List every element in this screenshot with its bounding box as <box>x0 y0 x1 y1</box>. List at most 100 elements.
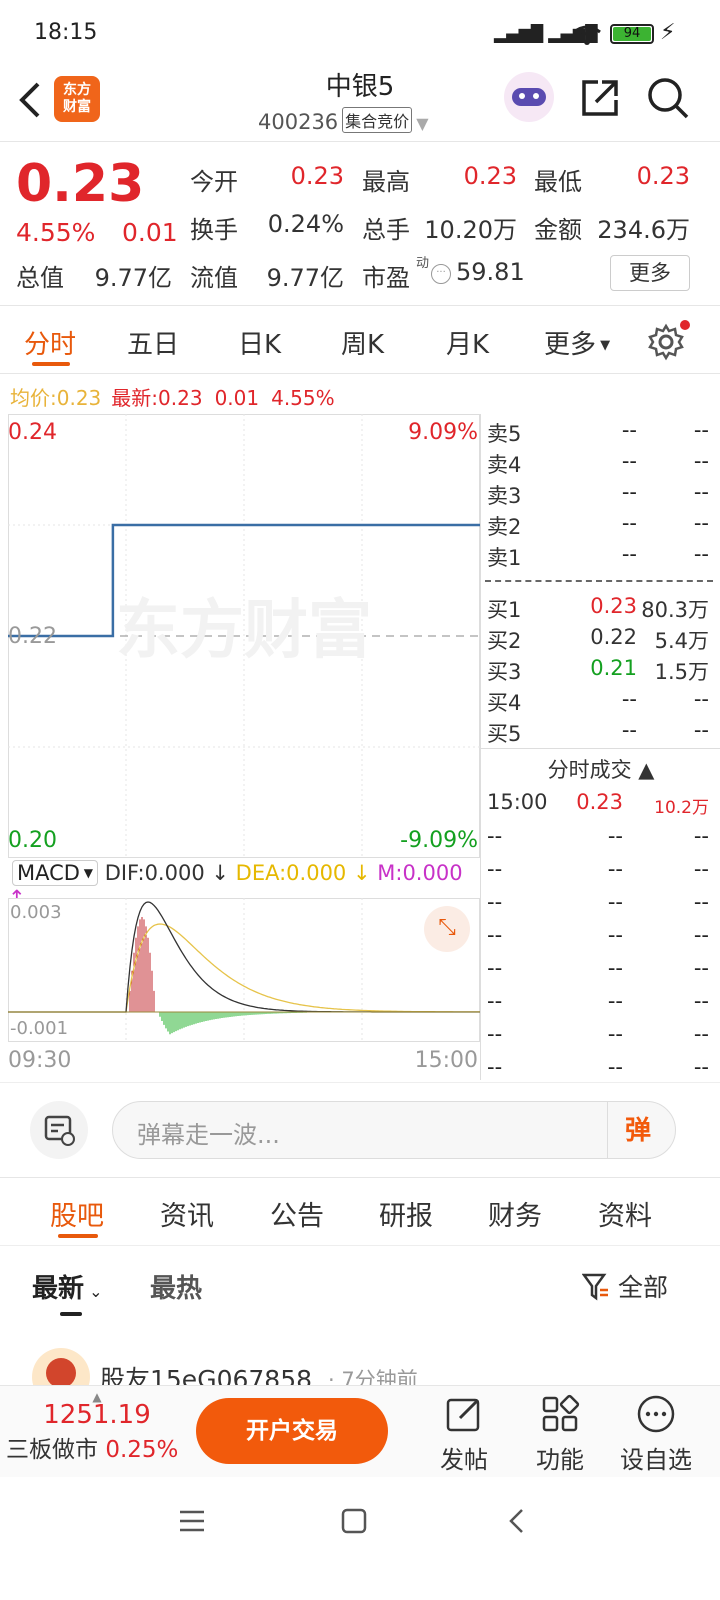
tab-finance[interactable]: 财务 <box>488 1194 542 1233</box>
macd-top-label: 0.003 <box>10 902 62 923</box>
trades-header[interactable]: 分时成交 ▲ <box>481 754 720 784</box>
ask-row: 卖4 -- -- <box>487 449 709 477</box>
tab-news[interactable]: 资讯 <box>160 1194 214 1233</box>
bid-row: 买3 0.21 1.5万 <box>487 656 709 684</box>
notification-dot <box>680 320 690 330</box>
trade-row-empty: -- -- -- <box>487 890 709 914</box>
field-value: 234.6万 <box>597 216 690 244</box>
index-ticker[interactable]: ▲ 1251.19 三板做市 0.25% <box>6 1390 188 1464</box>
intraday-chart[interactable]: 东方财富 0.24 0.22 0.20 9.09% -9.09% MACD ▼ … <box>8 414 480 1080</box>
order-book: 卖5 -- -- 卖4 -- -- 卖3 -- -- 卖2 -- -- 卖1 -- -- 买1 0.2… <box>480 414 720 1080</box>
pct-bot-label: -9.09% <box>400 828 478 853</box>
battery-level: 94 <box>613 27 651 41</box>
x-end-label: 15:00 <box>414 1048 478 1073</box>
bid-row: 买4 -- -- <box>487 687 709 715</box>
tab-profile[interactable]: 资料 <box>598 1194 652 1233</box>
share-icon[interactable] <box>580 78 620 118</box>
trade-row-empty: -- -- -- <box>487 1022 709 1046</box>
function-button[interactable]: 功能 <box>520 1394 600 1475</box>
filter-icon <box>581 1273 608 1301</box>
danmu-toggle-icon[interactable]: 弹 <box>625 1110 651 1147</box>
open-account-button[interactable]: 开户交易 <box>196 1398 388 1464</box>
message-settings-icon[interactable] <box>30 1101 88 1159</box>
back-nav-icon[interactable] <box>506 1507 526 1535</box>
tab-weekly[interactable]: 周K <box>341 324 384 361</box>
add-watchlist-button[interactable]: 设自选 <box>616 1394 696 1475</box>
tab-research[interactable]: 研报 <box>379 1194 433 1233</box>
avg-price-line: 均价:0.23 最新:0.23 0.01 4.55% <box>10 386 335 410</box>
tab-forum[interactable]: 股吧 <box>50 1194 104 1233</box>
filter-hot[interactable]: 最热 <box>150 1268 202 1305</box>
menu-icon[interactable] <box>178 1509 206 1533</box>
stock-code-row[interactable]: 400236 集合竞价 ▼ <box>258 107 429 134</box>
field-value: 0.23 <box>463 162 517 190</box>
change-pct: 4.55% <box>16 218 96 247</box>
y-mid-label: 0.22 <box>8 624 57 649</box>
field-value: 10.20万 <box>424 216 517 244</box>
wifi-icon <box>573 25 601 45</box>
expand-icon[interactable]: ⤡ <box>424 906 470 952</box>
bid-row: 买1 0.23 80.3万 <box>487 594 709 622</box>
assistant-avatar[interactable] <box>504 72 554 122</box>
tab-more[interactable]: 更多 ▼ <box>544 324 610 361</box>
comment-bar: 弹幕走一波... 弹 <box>0 1082 720 1178</box>
section-tabs: 股吧 资讯 公告 研报 财务 资料 <box>0 1178 720 1246</box>
field-label: 最高 <box>362 168 410 196</box>
home-icon[interactable] <box>340 1507 368 1535</box>
post-button[interactable]: 发帖 <box>424 1394 504 1475</box>
trade-row-empty: -- -- -- <box>487 824 709 848</box>
field-label: 换手 <box>190 216 238 244</box>
bottom-action-bar: ▲ 1251.19 三板做市 0.25% 开户交易 发帖 功能 设自选 <box>0 1385 720 1477</box>
macd-selector[interactable]: MACD ▼ <box>12 860 98 886</box>
field-label: 市盈 <box>362 264 410 292</box>
tab-daily[interactable]: 日K <box>238 324 281 361</box>
field-label: 金额 <box>534 216 582 244</box>
stock-code: 400236 <box>258 110 339 134</box>
pe-sup: 动 <box>416 256 430 271</box>
filter-latest[interactable]: 最新 ⌄ <box>32 1268 103 1305</box>
status-time: 18:15 <box>34 20 98 45</box>
macd-chart-svg <box>8 898 480 1042</box>
chart-watermark: 东方财富 <box>116 594 372 668</box>
field-value: 59.81 <box>456 258 525 286</box>
edit-icon <box>446 1398 480 1432</box>
field-label: 今开 <box>190 168 238 196</box>
price-chart-svg: 东方财富 <box>8 414 480 858</box>
field-value: 9.77亿 <box>266 264 344 292</box>
trade-row: 15:00 0.23 10.2万 <box>487 790 709 818</box>
field-label: 最低 <box>534 168 582 196</box>
tab-intraday[interactable]: 分时 <box>24 324 76 361</box>
ask-row: 卖2 -- -- <box>487 511 709 539</box>
tab-5day[interactable]: 五日 <box>127 324 179 361</box>
status-bar: 18:15 ▂▄▆█ ▂▄▆█ 94 ⚡ <box>0 0 720 70</box>
last-price: 0.23 <box>16 154 145 214</box>
x-start-label: 09:30 <box>8 1048 72 1073</box>
search-icon[interactable] <box>646 76 690 120</box>
stage-tag: 集合竞价 <box>342 107 413 133</box>
macd-bot-label: -0.001 <box>10 1018 69 1039</box>
system-nav-bar <box>0 1477 720 1600</box>
field-value: 0.23 <box>290 162 344 190</box>
pct-top-label: 9.09% <box>408 420 478 445</box>
period-tabs: 分时 五日 日K 周K 月K 更多 ▼ <box>0 306 720 374</box>
book-divider <box>485 580 713 582</box>
dropdown-icon: ▼ <box>416 114 429 133</box>
tab-monthly[interactable]: 月K <box>446 324 489 361</box>
danmu-input[interactable]: 弹幕走一波... 弹 <box>112 1101 676 1159</box>
filter-all[interactable]: 全部 <box>581 1268 668 1304</box>
trade-row-empty: -- -- -- <box>487 956 709 980</box>
field-value: 0.24% <box>267 210 344 238</box>
bid-row: 买2 0.22 5.4万 <box>487 625 709 653</box>
quote-panel: 0.23 4.55% 0.01 今开 0.23 最高 0.23 最低 0.23 … <box>0 142 720 306</box>
tab-notices[interactable]: 公告 <box>270 1194 324 1233</box>
bid-row: 买5 -- -- <box>487 718 709 746</box>
more-button[interactable]: 更多 <box>610 255 690 291</box>
grid-icon <box>542 1394 580 1432</box>
change-value: 0.01 <box>122 218 178 247</box>
battery-icon: 94 <box>610 24 654 44</box>
trade-row-empty: -- -- -- <box>487 1055 709 1079</box>
ask-row: 卖3 -- -- <box>487 480 709 508</box>
more-circle-icon <box>637 1395 675 1433</box>
danmu-placeholder: 弹幕走一波... <box>137 1121 280 1149</box>
field-label: 总手 <box>362 216 410 244</box>
